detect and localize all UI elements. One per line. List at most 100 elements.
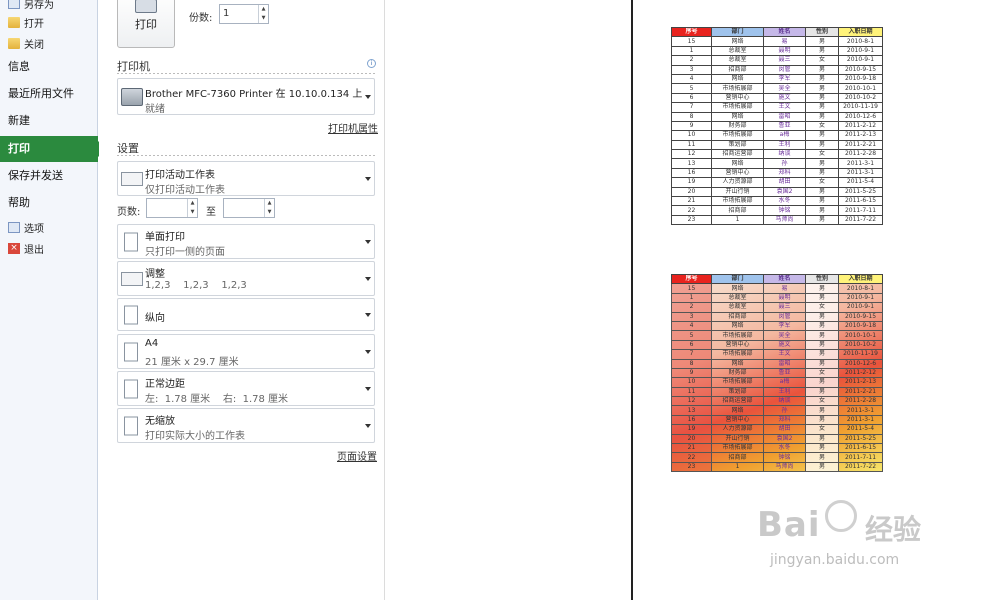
table-row: 1 总裁室 聂明男 2010-9-1: [671, 292, 883, 304]
nav-save-send[interactable]: 保存并发送: [0, 163, 98, 189]
info-icon[interactable]: i: [367, 59, 376, 68]
settings-section-title: 设置: [117, 142, 139, 155]
table-cell: 15: [671, 36, 712, 47]
table-cell: 16: [671, 414, 712, 426]
table-cell: 网络: [711, 320, 764, 332]
table-cell: 水冬: [763, 196, 806, 207]
nav-open[interactable]: 打开: [8, 13, 44, 31]
table-cell: 营销中心: [711, 414, 764, 426]
table-row: 5 市场拓展部 吴全男 2010-10-1: [671, 330, 883, 341]
margins-subtitle: 左: 1.78 厘米 右: 1.78 厘米: [145, 394, 289, 405]
table-cell: 网络: [711, 36, 764, 47]
nav-info[interactable]: 信息: [0, 54, 98, 80]
table-cell: 总裁室: [711, 292, 764, 304]
table-row: 1 总裁室 聂明男 2010-9-1: [671, 45, 883, 57]
printer-properties-link[interactable]: 打印机属性: [328, 120, 378, 135]
nav-print[interactable]: 打印: [0, 136, 106, 162]
chevron-down-icon: [365, 349, 371, 354]
margins-icon: [124, 379, 138, 398]
sides-dropdown[interactable]: 单面打印 只打印一侧的页面: [117, 224, 375, 259]
table-cell: 20: [671, 186, 712, 198]
copies-input[interactable]: 1 ▲ ▼: [219, 4, 269, 24]
table-cell: 袁国2: [763, 186, 806, 198]
nav-close[interactable]: 关闭: [8, 34, 44, 52]
margins-dropdown[interactable]: 正常边距 左: 1.78 厘米 右: 1.78 厘米: [117, 371, 375, 406]
table-cell: 招商部: [711, 311, 764, 322]
table-cell: 总裁室: [711, 55, 764, 66]
table-row: 4 网络 李军男 2010-9-18: [671, 320, 883, 332]
table-cell: 2011-7-11: [838, 205, 883, 216]
nav-help[interactable]: 帮助: [0, 190, 98, 216]
portrait-icon: [124, 305, 138, 324]
page-setup-link[interactable]: 页面设置: [337, 448, 377, 463]
table-cell: 开山行销: [711, 186, 764, 198]
table-row: 8 网络 雷昭男 2010-12-6: [671, 111, 883, 122]
printer-dropdown[interactable]: Brother MFC-7360 Printer 在 10.10.0.134 上…: [117, 78, 375, 115]
table-cell: 财务部: [711, 120, 764, 132]
chevron-down-icon: [365, 386, 371, 391]
table-cell: 9: [671, 367, 712, 379]
table-cell: 胡田: [763, 177, 806, 188]
table-cell: 网络: [711, 111, 764, 122]
chevron-down-icon: [365, 276, 371, 281]
table-cell: 男: [805, 214, 839, 226]
paw-logo-icon: [825, 500, 857, 532]
table-cell: 2010-9-15: [838, 311, 883, 322]
table-header-cell: 序号: [671, 26, 712, 38]
nav-exit[interactable]: × 退出: [8, 239, 44, 257]
table-cell: 4: [671, 320, 712, 332]
collate-dropdown[interactable]: 调整 1,2,3 1,2,3 1,2,3: [117, 261, 375, 296]
table-cell: 招商运营部: [711, 149, 764, 160]
nav-save-as[interactable]: 另存为: [8, 0, 54, 12]
table-cell: 女: [805, 120, 839, 132]
nav-recent[interactable]: 最近所用文件: [0, 81, 98, 107]
table-cell: 2011-7-22: [838, 214, 883, 226]
table-cell: 招商部: [711, 452, 764, 463]
nav-save-as-label: 另存为: [24, 0, 54, 11]
table-cell: 营销中心: [711, 167, 764, 179]
copies-label: 份数:: [189, 13, 213, 24]
orientation-dropdown[interactable]: 纵向: [117, 298, 375, 331]
table-cell: 男: [805, 292, 839, 304]
table-cell: 男: [805, 461, 839, 473]
pages-from-input[interactable]: ▲ ▼: [146, 198, 198, 218]
table-row: 4 网络 李军男 2010-9-18: [671, 73, 883, 85]
pages-from-spinner[interactable]: ▲ ▼: [187, 199, 197, 217]
printer-status: 就绪: [145, 104, 165, 115]
paper-size-title: A4: [145, 338, 159, 349]
scaling-dropdown[interactable]: 无缩放 打印实际大小的工作表: [117, 408, 375, 443]
table-row: 23 1 马师尚男 2011-7-22: [671, 461, 883, 473]
print-scope-dropdown[interactable]: 打印活动工作表 仅打印活动工作表: [117, 161, 375, 196]
pages-label: 页数:: [117, 207, 141, 218]
paper-size-dropdown[interactable]: A4 21 厘米 x 29.7 厘米: [117, 334, 375, 369]
table-row: 19 人力资源部 胡田女 2011-5-4: [671, 177, 883, 188]
table-cell: 孙: [763, 405, 806, 416]
nav-options[interactable]: 选项: [8, 218, 44, 236]
table-cell: 聂明: [763, 45, 806, 57]
nav-new[interactable]: 新建: [0, 108, 98, 134]
nav-close-label: 关闭: [24, 39, 44, 51]
table-row: 10 市场拓展部 a梅男 2011-2-13: [671, 377, 883, 388]
table-row: 15 网络易男 2010-8-1: [671, 283, 883, 294]
table-cell: 市场拓展部: [711, 443, 764, 454]
table-cell: 钟铭: [763, 452, 806, 463]
watermark-url: jingyan.baidu.com: [770, 552, 900, 568]
table-cell: 2010-9-18: [838, 320, 883, 332]
printer-section-title: 打印机: [117, 60, 150, 73]
pages-to-spinner[interactable]: ▲ ▼: [264, 199, 274, 217]
table-cell: 2011-2-21: [838, 386, 883, 398]
table-cell: 男: [805, 443, 839, 454]
pages-to-input[interactable]: ▲ ▼: [223, 198, 275, 218]
table-cell: 2010-12-6: [838, 111, 883, 122]
table-cell: 男: [805, 92, 839, 104]
table-cell: 1: [711, 214, 764, 226]
table-cell: 男: [805, 433, 839, 445]
print-button[interactable]: 打印: [117, 0, 175, 48]
orientation-title: 纵向: [145, 313, 165, 324]
table-cell: 男: [805, 358, 839, 369]
table-header-cell: 部门: [711, 273, 764, 285]
table-cell: 男: [805, 64, 839, 75]
table-cell: 2011-3-1: [838, 405, 883, 416]
copies-spinner[interactable]: ▲ ▼: [258, 5, 268, 23]
table-cell: 8: [671, 111, 712, 122]
